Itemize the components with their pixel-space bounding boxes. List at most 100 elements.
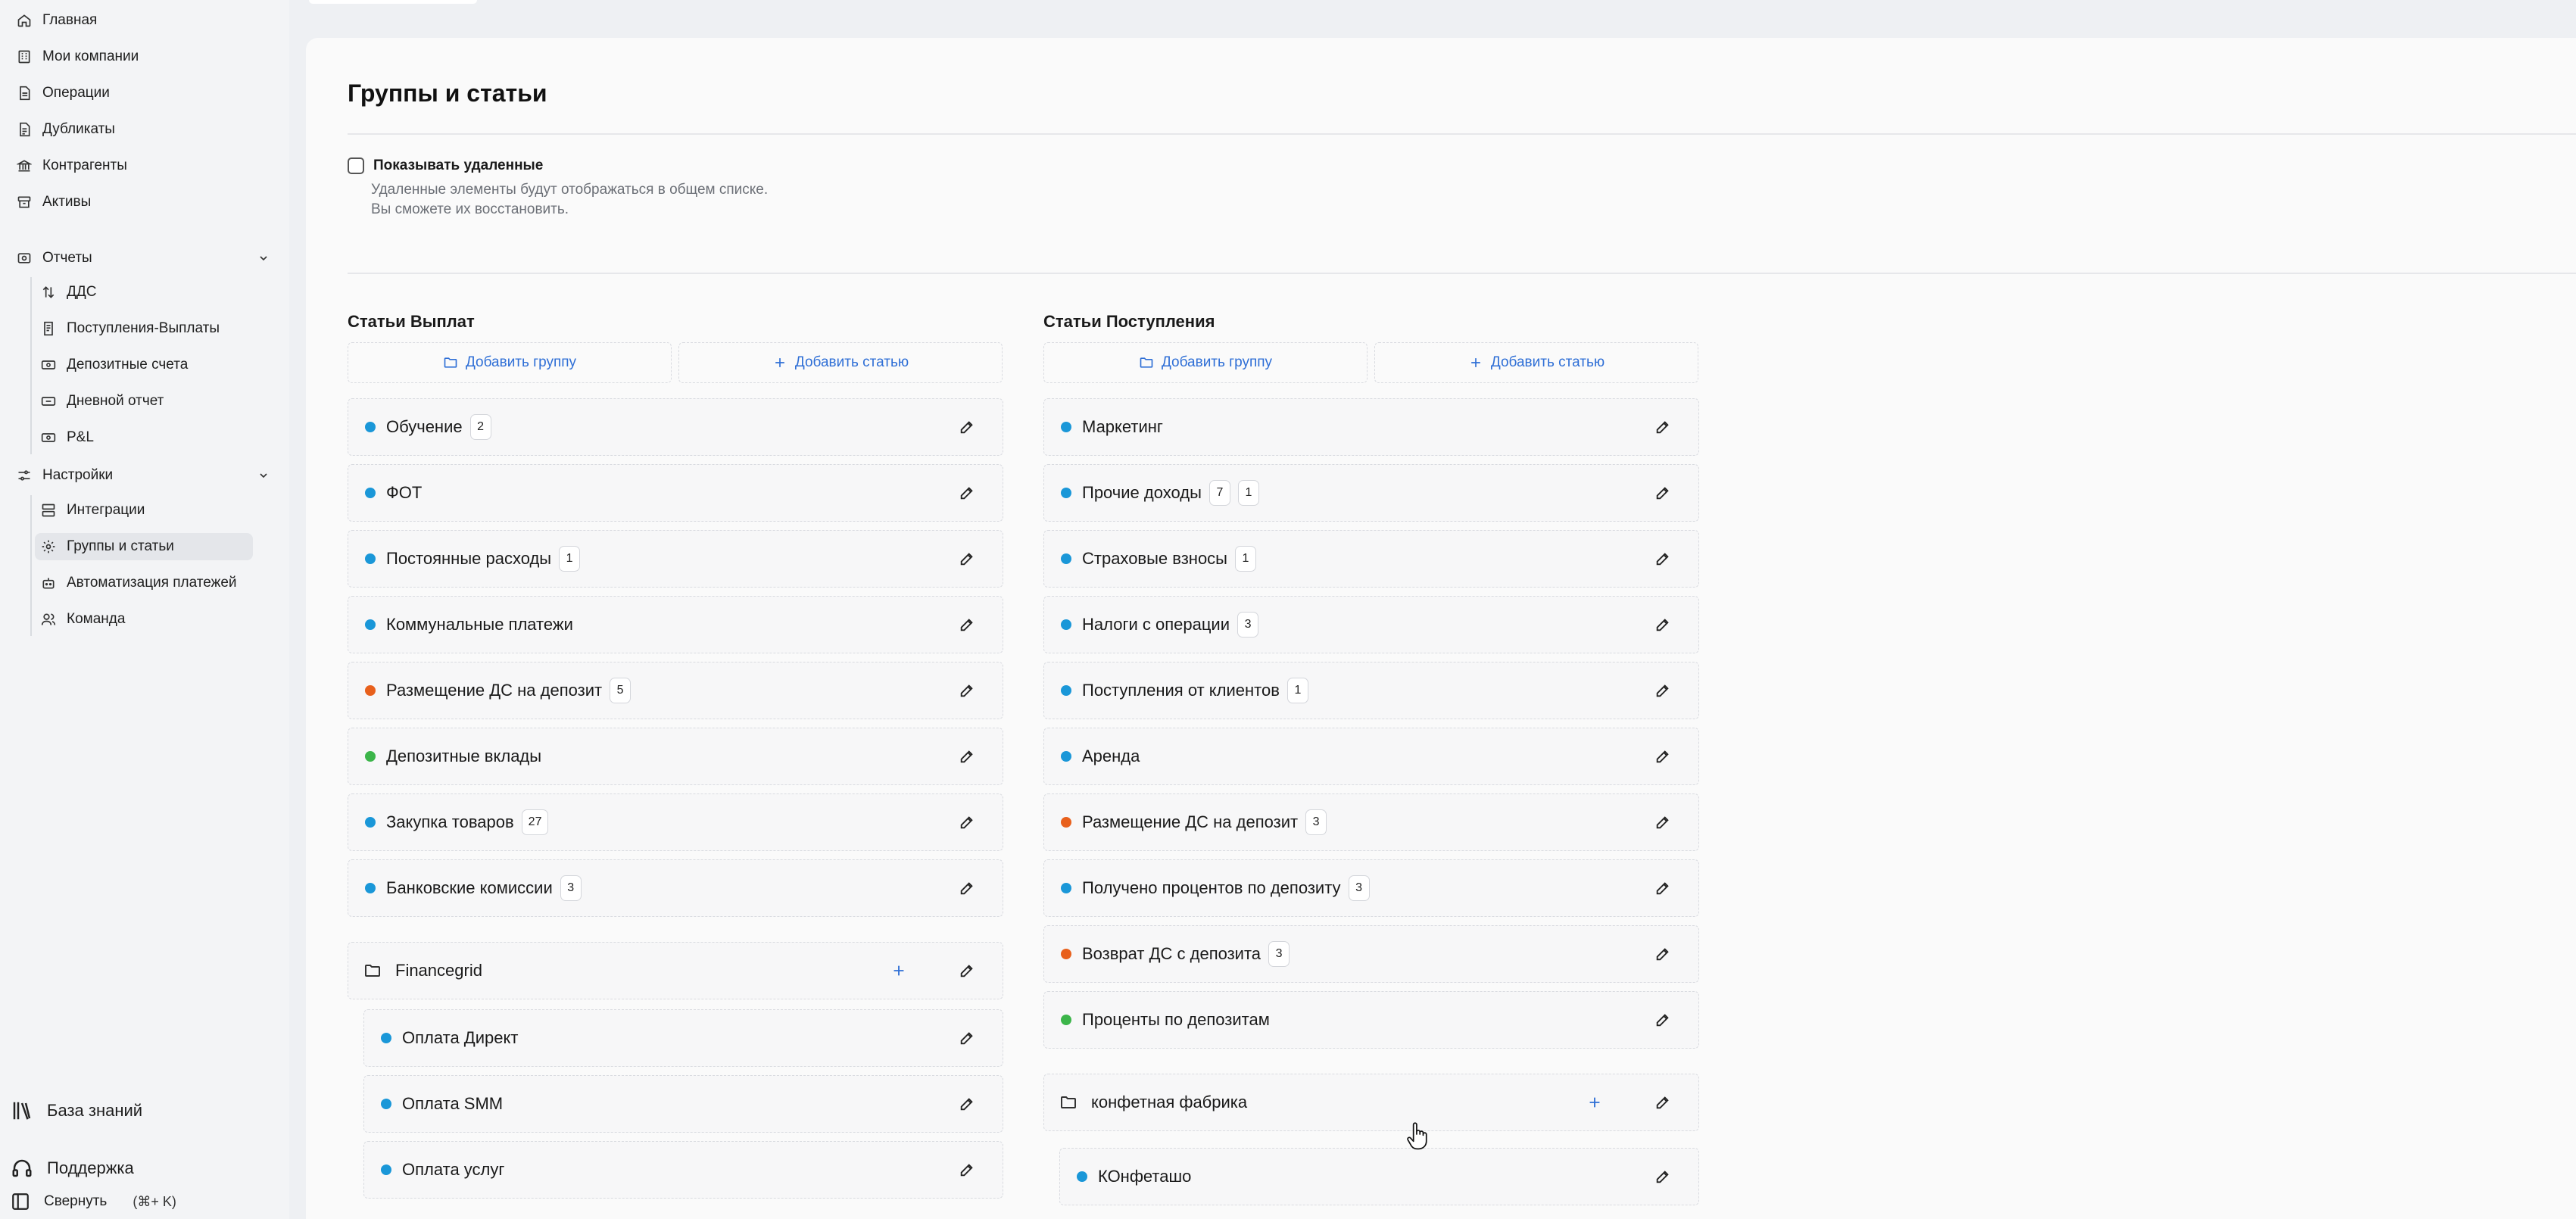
sidebar-section-reports[interactable]: Отчеты bbox=[17, 245, 92, 272]
pencil-icon[interactable] bbox=[959, 962, 975, 979]
article-row[interactable]: Налоги с операции 3 bbox=[1043, 596, 1699, 653]
pencil-icon[interactable] bbox=[1654, 946, 1671, 962]
article-row[interactable]: Поступления от клиентов 1 bbox=[1043, 662, 1699, 719]
pencil-icon[interactable] bbox=[1654, 748, 1671, 765]
article-row[interactable]: Получено процентов по депозиту 3 bbox=[1043, 859, 1699, 917]
pencil-icon[interactable] bbox=[959, 748, 975, 765]
add-group-label: Добавить группу bbox=[1161, 354, 1273, 370]
article-row[interactable]: Маркетинг bbox=[1043, 398, 1699, 456]
article-row[interactable]: Проценты по депозитам bbox=[1043, 991, 1699, 1049]
article-row[interactable]: Оплата услуг bbox=[363, 1141, 1003, 1199]
add-article-label: Добавить статью bbox=[794, 354, 909, 370]
pencil-icon[interactable] bbox=[1654, 682, 1671, 699]
article-row[interactable]: Закупка товаров 27 bbox=[348, 793, 1003, 851]
article-label: Страховые взносы bbox=[1082, 549, 1227, 568]
folder-icon bbox=[1140, 357, 1153, 368]
pencil-icon[interactable] bbox=[1654, 616, 1671, 633]
sidebar-item-groups-articles[interactable]: Группы и статьи bbox=[35, 533, 253, 560]
sidebar-item-label: Мои компании bbox=[42, 48, 139, 64]
count-badge: 7 bbox=[1208, 480, 1230, 506]
count-badge: 1 bbox=[1286, 678, 1308, 703]
receipt-icon bbox=[44, 321, 53, 336]
group-row[interactable]: конфетная фабрика bbox=[1043, 1074, 1699, 1131]
sidebar-item-pl[interactable]: P&L bbox=[41, 424, 94, 451]
support-link[interactable]: Поддержка bbox=[11, 1157, 134, 1180]
group-row[interactable]: Financegrid bbox=[348, 942, 1003, 999]
receipts-add-group-button[interactable]: Добавить группу bbox=[1043, 342, 1368, 383]
sidebar-item-payment-automation[interactable]: Автоматизация платежей bbox=[41, 569, 237, 597]
status-dot bbox=[381, 1099, 391, 1109]
article-row[interactable]: Страховые взносы 1 bbox=[1043, 530, 1699, 588]
article-row[interactable]: Размещение ДС на депозит 3 bbox=[1043, 793, 1699, 851]
count-badge: 1 bbox=[1237, 480, 1259, 506]
collapse-shortcut: (⌘+ K) bbox=[133, 1193, 176, 1209]
pencil-icon[interactable] bbox=[1654, 1094, 1671, 1111]
article-row[interactable]: Обучение 2 bbox=[348, 398, 1003, 456]
sidebar-item-counterparties[interactable]: Контрагенты bbox=[17, 152, 127, 179]
pencil-icon[interactable] bbox=[1654, 485, 1671, 501]
article-row[interactable]: Оплата SMM bbox=[363, 1075, 1003, 1133]
article-row[interactable]: Банковские комиссии 3 bbox=[348, 859, 1003, 917]
payouts-add-article-button[interactable]: Добавить статью bbox=[678, 342, 1003, 383]
article-row[interactable]: Аренда bbox=[1043, 728, 1699, 785]
sidebar-item-dds[interactable]: ДДС bbox=[41, 279, 96, 306]
support-label: Поддержка bbox=[47, 1158, 134, 1177]
article-row[interactable]: Возврат ДС с депозита 3 bbox=[1043, 925, 1699, 983]
article-row[interactable]: Прочие доходы 7 1 bbox=[1043, 464, 1699, 522]
sidebar-item-receipts-payouts[interactable]: Поступления-Выплаты bbox=[41, 315, 220, 342]
article-row[interactable]: Коммунальные платежи bbox=[348, 596, 1003, 653]
chevron-down-icon[interactable] bbox=[257, 469, 270, 482]
collapse-sidebar-button[interactable]: Свернуть (⌘+ K) bbox=[11, 1192, 176, 1211]
article-label: Возврат ДС с депозита bbox=[1082, 944, 1261, 963]
sidebar-section-settings[interactable]: Настройки bbox=[17, 462, 113, 489]
pencil-icon[interactable] bbox=[1654, 419, 1671, 435]
article-label: Проценты по депозитам bbox=[1082, 1010, 1270, 1029]
pencil-icon[interactable] bbox=[1654, 814, 1671, 831]
pencil-icon[interactable] bbox=[959, 1096, 975, 1112]
sliders-icon bbox=[18, 470, 30, 481]
sidebar-item-duplicates[interactable]: Дубликаты bbox=[17, 116, 115, 143]
pencil-icon[interactable] bbox=[959, 814, 975, 831]
sidebar-item-operations[interactable]: Операции bbox=[17, 80, 110, 107]
article-label: Размещение ДС на депозит bbox=[1082, 812, 1299, 831]
sidebar-item-integrations[interactable]: Интеграции bbox=[41, 497, 145, 524]
sidebar-toggle-icon bbox=[12, 1193, 29, 1210]
knowledge-base-link[interactable]: База знаний bbox=[11, 1099, 142, 1122]
pencil-icon[interactable] bbox=[1654, 1168, 1671, 1185]
sidebar-item-companies[interactable]: Мои компании bbox=[17, 43, 139, 70]
article-row[interactable]: КОнфеташо bbox=[1059, 1148, 1699, 1205]
sidebar-item-label: Дневной отчет bbox=[67, 393, 164, 409]
sidebar-item-assets[interactable]: Активы bbox=[17, 189, 91, 216]
pencil-icon[interactable] bbox=[959, 485, 975, 501]
pencil-icon[interactable] bbox=[959, 1161, 975, 1178]
article-label: Оплата SMM bbox=[402, 1094, 504, 1113]
pencil-icon[interactable] bbox=[959, 880, 975, 896]
reports-icon bbox=[17, 253, 31, 263]
pencil-icon[interactable] bbox=[959, 419, 975, 435]
receipts-add-article-button[interactable]: Добавить статью bbox=[1374, 342, 1698, 383]
pencil-icon[interactable] bbox=[959, 1030, 975, 1046]
article-row[interactable]: ФОТ bbox=[348, 464, 1003, 522]
pencil-icon[interactable] bbox=[959, 550, 975, 567]
article-row[interactable]: Постоянные расходы 1 bbox=[348, 530, 1003, 588]
status-dot bbox=[365, 751, 376, 762]
sidebar-item-label: Автоматизация платежей bbox=[67, 575, 237, 591]
sidebar-item-daily-report[interactable]: Дневной отчет bbox=[41, 388, 164, 415]
pencil-icon[interactable] bbox=[959, 682, 975, 699]
article-row[interactable]: Размещение ДС на депозит 5 bbox=[348, 662, 1003, 719]
plus-icon[interactable] bbox=[1586, 1094, 1603, 1111]
show-deleted-checkbox[interactable] bbox=[348, 157, 364, 174]
sidebar-item-deposits[interactable]: Депозитные счета bbox=[41, 351, 188, 379]
article-row[interactable]: Депозитные вклады bbox=[348, 728, 1003, 785]
library-icon bbox=[13, 1102, 31, 1120]
pencil-icon[interactable] bbox=[959, 616, 975, 633]
article-row[interactable]: Оплата Директ bbox=[363, 1009, 1003, 1067]
sidebar-item-team[interactable]: Команда bbox=[41, 606, 125, 633]
plus-icon[interactable] bbox=[890, 962, 907, 979]
chevron-down-icon[interactable] bbox=[257, 252, 270, 264]
pencil-icon[interactable] bbox=[1654, 550, 1671, 567]
payouts-add-group-button[interactable]: Добавить группу bbox=[348, 342, 672, 383]
pencil-icon[interactable] bbox=[1654, 880, 1671, 896]
sidebar-item-home[interactable]: Главная bbox=[17, 7, 97, 34]
pencil-icon[interactable] bbox=[1654, 1012, 1671, 1028]
